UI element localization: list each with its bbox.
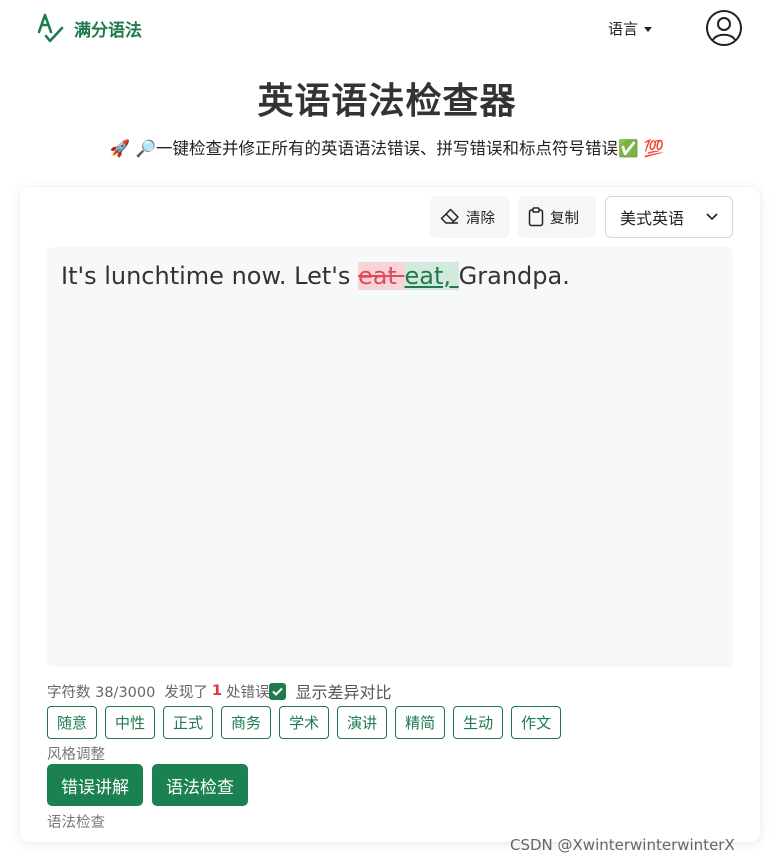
diff-toggle-label[interactable]: 显示差异对比 — [295, 679, 391, 703]
dialect-select[interactable]: 美式英语 — [605, 196, 733, 238]
chevron-down-icon — [706, 213, 718, 221]
style-vivid-button[interactable]: 生动 — [453, 706, 504, 739]
copy-button-label: 复制 — [550, 210, 579, 227]
inserted-correction[interactable]: eat, — [404, 262, 459, 290]
clear-button-label: 清除 — [466, 210, 495, 227]
copy-button[interactable]: 复制 — [518, 196, 596, 238]
editor-text-after: Grandpa. — [458, 262, 570, 290]
diff-toggle-checkbox[interactable] — [269, 682, 287, 700]
style-options: 随意 中性 正式 商务 学术 演讲 精简 生动 作文 — [47, 706, 562, 739]
action-caption: 语法检查 — [47, 815, 105, 831]
style-concise-button[interactable]: 精简 — [395, 706, 446, 739]
brand-mark-icon — [37, 13, 64, 43]
action-buttons: 错误讲解 语法检查 — [47, 764, 248, 806]
style-academic-button[interactable]: 学术 — [279, 706, 330, 739]
text-editor[interactable]: It's lunchtime now. Let's eat eat, Grand… — [47, 247, 733, 667]
brand-logo[interactable]: 满分语法 — [36, 12, 142, 44]
page-title: 英语语法检查器 — [257, 81, 517, 122]
found-suffix: 处错误 — [225, 684, 270, 701]
watermark: CSDN @XwinterwinterwinterX — [510, 836, 735, 854]
user-avatar-icon[interactable] — [705, 9, 743, 47]
style-caption: 风格调整 — [47, 747, 105, 763]
editor-text-before: It's lunchtime now. Let's — [61, 262, 358, 290]
brand-name: 满分语法 — [74, 20, 142, 41]
style-speech-button[interactable]: 演讲 — [337, 706, 388, 739]
style-essay-button[interactable]: 作文 — [511, 706, 562, 739]
stats-bar: 字符数 38/3000 发现了 1 处错误 显示差异对比 — [47, 679, 391, 703]
checker-card: 清除 复制 美式英语 It's lunchtime now. Let's eat… — [20, 187, 760, 842]
style-formal-button[interactable]: 正式 — [163, 706, 214, 739]
style-neutral-button[interactable]: 中性 — [105, 706, 156, 739]
checkmark-icon — [272, 687, 284, 696]
error-count: 1 — [211, 683, 222, 699]
explain-errors-button[interactable]: 错误讲解 — [47, 764, 143, 806]
caret-down-icon — [644, 27, 653, 32]
eraser-icon — [440, 208, 459, 224]
char-count: 字符数 38/3000 — [47, 684, 156, 701]
top-navbar: 满分语法 语言 — [0, 0, 774, 56]
language-dropdown[interactable]: 语言 — [608, 18, 653, 39]
clear-button[interactable]: 清除 — [430, 196, 510, 238]
clipboard-icon — [528, 207, 544, 227]
dialect-select-value: 美式英语 — [620, 209, 685, 228]
style-casual-button[interactable]: 随意 — [47, 706, 98, 739]
grammar-check-button[interactable]: 语法检查 — [152, 764, 248, 806]
language-dropdown-label: 语言 — [608, 20, 639, 38]
style-business-button[interactable]: 商务 — [221, 706, 272, 739]
page-subtitle: 🚀 🔎一键检查并修正所有的英语语法错误、拼写错误和标点符号错误✅ 💯 — [109, 139, 665, 158]
deleted-text[interactable]: eat — [358, 262, 405, 290]
found-prefix: 发现了 — [164, 684, 208, 701]
